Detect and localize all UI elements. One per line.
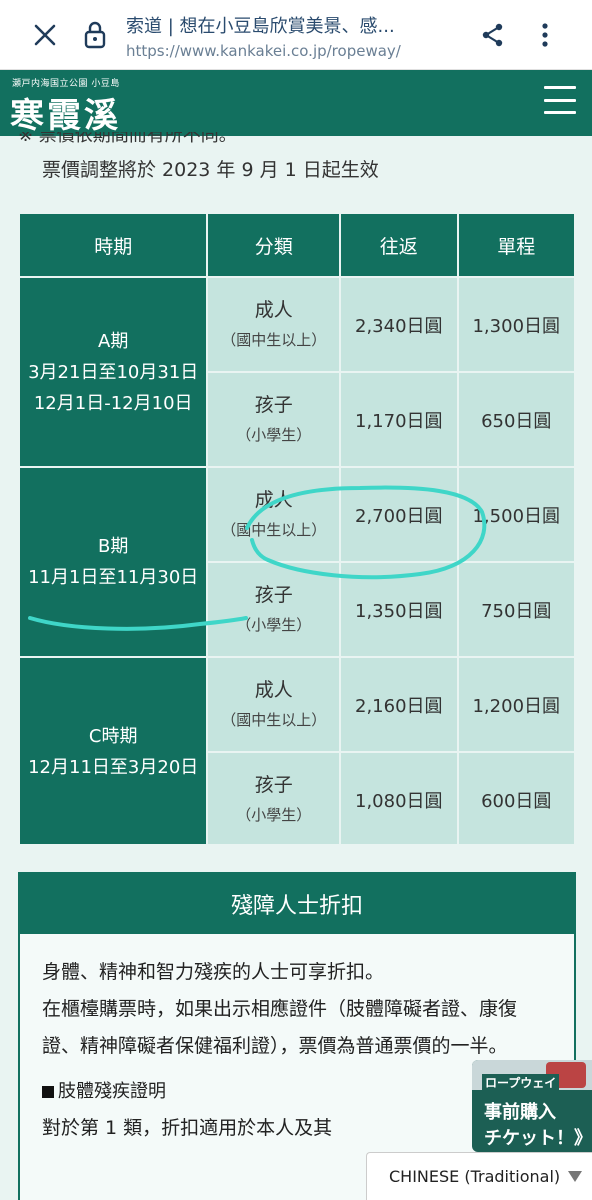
period-a-range1: 3月21日至10月31日 <box>28 361 199 383</box>
price-round-trip: 1,350日圓 <box>339 561 459 658</box>
page-title: 索道 | 想在小豆島欣賞美景、感... <box>126 16 395 37</box>
header-round-trip: 往返 <box>339 212 459 278</box>
more-options-icon[interactable] <box>530 20 560 50</box>
header-category: 分類 <box>206 212 342 278</box>
period-a-name: A期 <box>98 330 129 352</box>
price-effective-note: 票價調整將於 2023 年 9 月 1 日起生效 <box>42 159 379 181</box>
hamburger-menu-icon[interactable] <box>544 86 576 114</box>
category-cell: 孩子 （小學生） <box>206 561 342 658</box>
period-a-range2: 12月1日-12月10日 <box>33 392 193 414</box>
header-one-way: 單程 <box>456 212 576 278</box>
price-round-trip: 2,700日圓 <box>339 466 459 563</box>
address-area[interactable]: 索道 | 想在小豆島欣賞美景、感... https://www.kankakei… <box>126 12 466 60</box>
category-adult: 成人 <box>254 678 293 701</box>
dropdown-arrow-icon <box>568 1171 582 1182</box>
period-c-range: 12月11日至3月20日 <box>28 757 199 778</box>
category-note: （國中生以上） <box>221 330 327 349</box>
price-one-way: 600日圓 <box>456 751 576 844</box>
period-b-name: B期 <box>98 536 129 557</box>
section-title: 殘障人士折扣 <box>20 874 574 934</box>
price-one-way: 1,200日圓 <box>456 656 576 753</box>
category-child: 孩子 <box>254 773 293 796</box>
category-adult: 成人 <box>254 488 293 511</box>
browser-toolbar: 索道 | 想在小豆島欣賞美景、感... https://www.kankakei… <box>0 0 592 70</box>
page-url: https://www.kankakei.co.jp/ropeway/ <box>126 42 401 60</box>
category-note: （國中生以上） <box>221 520 327 539</box>
category-note: （小學生） <box>236 425 312 444</box>
advance-ticket-button[interactable]: ロープウェイ 事前購入 チケット！》 <box>472 1060 592 1152</box>
price-round-trip: 2,160日圓 <box>339 656 459 753</box>
site-header: 瀬戸内海国立公園 小豆島 寒霞溪 <box>0 70 592 136</box>
header-period: 時期 <box>18 212 209 278</box>
category-cell: 孩子 （小學生） <box>206 751 342 844</box>
category-child: 孩子 <box>254 583 293 606</box>
language-select[interactable]: CHINESE (Traditional) <box>366 1152 592 1200</box>
certificate-heading-text: 肢體殘疾證明 <box>58 1081 166 1102</box>
period-b-range: 11月1日至11月30日 <box>28 567 199 588</box>
price-one-way: 1,500日圓 <box>456 466 576 563</box>
category-cell: 成人 （國中生以上） <box>206 466 342 563</box>
discount-paragraph-2: 在櫃檯購票時，如果出示相應證件（肢體障礙者證、康復證、精神障礙者保健福利證），票… <box>42 998 518 1057</box>
period-c: C時期 12月11日至3月20日 <box>18 656 209 844</box>
price-note-partial: ※ 票價依期間而有所不同。 <box>18 132 237 144</box>
price-one-way: 750日圓 <box>456 561 576 658</box>
price-one-way: 650日圓 <box>456 371 576 468</box>
language-selected: CHINESE (Traditional) <box>389 1167 561 1186</box>
discount-paragraph-1: 身體、精神和智力殘疾的人士可享折扣。 <box>42 961 385 983</box>
ticket-line-2: チケット！》 <box>484 1128 592 1149</box>
category-note: （國中生以上） <box>221 710 327 729</box>
period-a: A期 3月21日至10月31日 12月1日-12月10日 <box>18 276 209 468</box>
category-adult: 成人 <box>254 298 293 321</box>
category-note: （小學生） <box>236 615 312 634</box>
category-note: （小學生） <box>236 805 312 824</box>
period-b: B期 11月1日至11月30日 <box>18 466 209 658</box>
price-round-trip: 1,170日圓 <box>339 371 459 468</box>
period-c-name: C時期 <box>88 726 138 747</box>
category-cell: 孩子 （小學生） <box>206 371 342 468</box>
price-round-trip: 1,080日圓 <box>339 751 459 844</box>
ticket-line-1: 事前購入 <box>484 1102 556 1123</box>
lock-icon[interactable] <box>80 20 110 50</box>
category-child: 孩子 <box>254 393 293 416</box>
price-round-trip: 2,340日圓 <box>339 276 459 373</box>
site-logo[interactable]: 寒霞溪 <box>10 88 121 137</box>
price-table: 時期 分類 往返 單程 A期 3月21日至10月31日 12月1日-12月10日… <box>18 212 576 844</box>
ticket-subtitle: ロープウェイ <box>482 1074 560 1091</box>
price-one-way: 1,300日圓 <box>456 276 576 373</box>
category-cell: 成人 （國中生以上） <box>206 656 342 753</box>
share-icon[interactable] <box>478 20 508 50</box>
close-icon[interactable] <box>30 20 60 50</box>
square-bullet-icon <box>42 1086 54 1098</box>
category-cell: 成人 （國中生以上） <box>206 276 342 373</box>
